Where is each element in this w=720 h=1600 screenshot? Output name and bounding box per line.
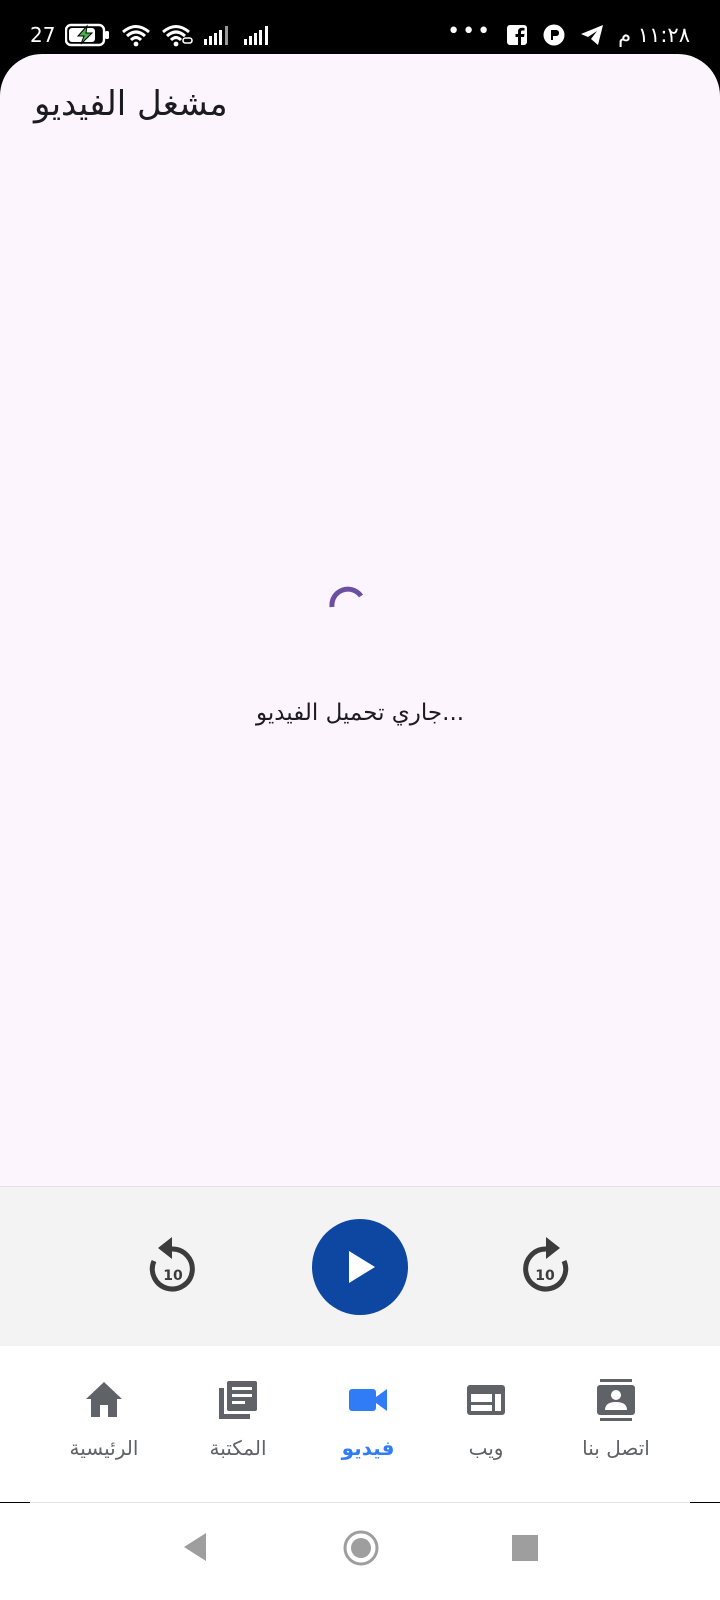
status-right: ••• ١١:٢٨ م xyxy=(447,18,690,50)
network-speed: 27 xyxy=(30,23,56,47)
forward-seconds-label: 10 xyxy=(535,1268,555,1284)
more-notifications-icon: ••• xyxy=(447,18,493,44)
forward-10-icon: 10 xyxy=(523,1237,569,1292)
signal-icon-2 xyxy=(244,26,269,45)
home-icon xyxy=(86,1382,122,1417)
battery-charging-icon xyxy=(65,23,110,47)
web-icon xyxy=(467,1385,505,1415)
rewind-10-button[interactable]: 10 xyxy=(146,1235,198,1295)
nav-label-web: ويب xyxy=(468,1436,504,1460)
nav-label-video: فيديو xyxy=(341,1436,395,1460)
nav-item-library[interactable]: المكتبة xyxy=(178,1378,298,1478)
app-notification-icon xyxy=(543,24,565,46)
loading-spinner xyxy=(329,586,364,608)
nav-item-video[interactable]: فيديو xyxy=(308,1378,428,1478)
play-button[interactable] xyxy=(312,1219,408,1315)
library-icon xyxy=(219,1381,257,1419)
bottom-navigation: الرئيسية المكتبة فيديو ويب اتصل بنا xyxy=(0,1346,720,1502)
videocam-icon xyxy=(349,1389,387,1411)
page-title: مشغل الفيديو xyxy=(34,84,228,124)
wifi-link-icon xyxy=(162,25,194,47)
nav-item-home[interactable]: الرئيسية xyxy=(44,1378,164,1478)
wifi-icon xyxy=(122,25,151,47)
play-icon xyxy=(349,1251,375,1283)
rewind-seconds-label: 10 xyxy=(163,1268,183,1284)
nav-label-library: المكتبة xyxy=(209,1436,267,1460)
nav-label-contact: اتصل بنا xyxy=(582,1436,650,1460)
home-circle-icon[interactable] xyxy=(342,1529,380,1567)
replay-10-icon: 10 xyxy=(149,1237,195,1292)
app-surface: مشغل الفيديو ...جاري تحميل الفيديو xyxy=(0,54,720,1346)
contact-icon xyxy=(597,1379,635,1421)
nav-item-contact[interactable]: اتصل بنا xyxy=(556,1378,676,1478)
nav-label-home: الرئيسية xyxy=(69,1436,139,1460)
status-left: 27 xyxy=(30,20,273,50)
back-icon[interactable] xyxy=(180,1531,208,1563)
loading-text: ...جاري تحميل الفيديو xyxy=(255,700,465,726)
player-controls: 10 10 xyxy=(0,1186,720,1347)
facebook-icon xyxy=(507,25,528,45)
telegram-icon xyxy=(581,25,604,45)
system-navigation-bar xyxy=(0,1503,720,1600)
nav-item-web[interactable]: ويب xyxy=(426,1378,546,1478)
signal-icon-1 xyxy=(204,26,229,45)
recent-apps-icon[interactable] xyxy=(512,1535,538,1561)
forward-10-button[interactable]: 10 xyxy=(520,1235,572,1295)
clock: ١١:٢٨ م xyxy=(618,23,690,47)
